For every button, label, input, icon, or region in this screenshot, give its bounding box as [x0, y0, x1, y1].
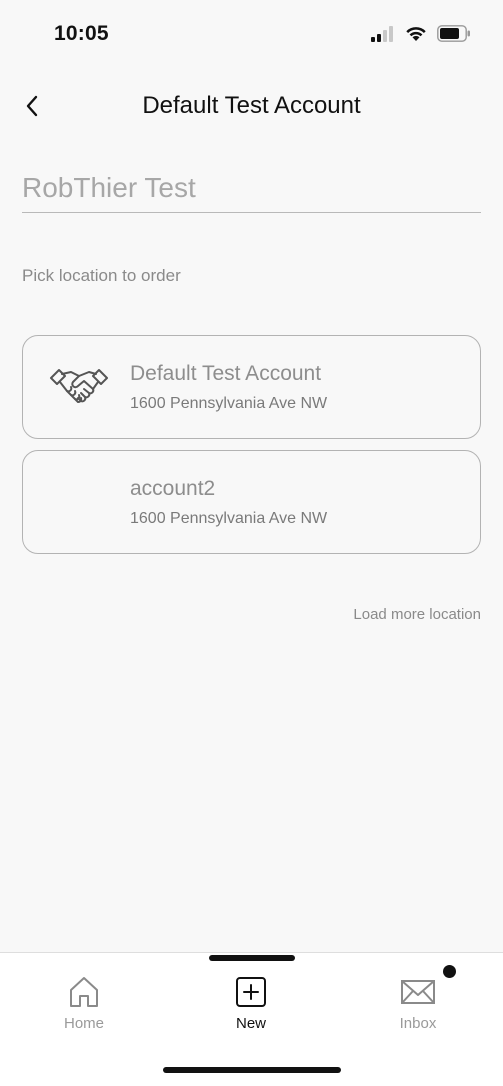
tab-new[interactable]: New [201, 975, 301, 1037]
location-address: 1600 Pennsylvania Ave NW [130, 510, 328, 527]
tab-home-label: Home [63, 1015, 104, 1032]
tab-inbox-label: Inbox [399, 1015, 437, 1032]
location-card[interactable]: Default Test Account 1600 Pennsylvania A… [22, 335, 481, 439]
home-icon [70, 977, 98, 1007]
nav-bar: Default Test Account [0, 80, 503, 132]
location-card[interactable]: account2 1600 Pennsylvania Ave NW [22, 450, 481, 554]
name-input[interactable] [22, 160, 481, 210]
status-icons [371, 25, 471, 42]
tab-inbox[interactable]: Inbox [368, 975, 468, 1037]
signal-icon [371, 25, 393, 42]
status-bar: 10:05 [0, 0, 503, 70]
tab-new-label: New [235, 1015, 266, 1032]
pick-location-label: Pick location to order [22, 266, 181, 285]
wifi-icon [406, 27, 426, 41]
location-name: account2 [130, 477, 216, 500]
mail-icon [401, 980, 435, 1004]
inbox-badge [443, 965, 456, 978]
tab-bar: Home New Inbox [0, 952, 503, 1086]
tab-home[interactable]: Home [34, 975, 134, 1037]
location-name: Default Test Account [130, 362, 322, 385]
status-time: 10:05 [54, 22, 109, 45]
page-title: Default Test Account [142, 92, 361, 119]
sheet-grabber [209, 955, 295, 961]
home-indicator [163, 1067, 341, 1073]
location-address: 1600 Pennsylvania Ave NW [130, 395, 328, 412]
name-field [22, 160, 481, 213]
handshake-icon [50, 369, 108, 403]
battery-icon [437, 25, 470, 42]
load-more-link[interactable]: Load more location [353, 606, 481, 623]
plus-square-icon [236, 977, 266, 1007]
